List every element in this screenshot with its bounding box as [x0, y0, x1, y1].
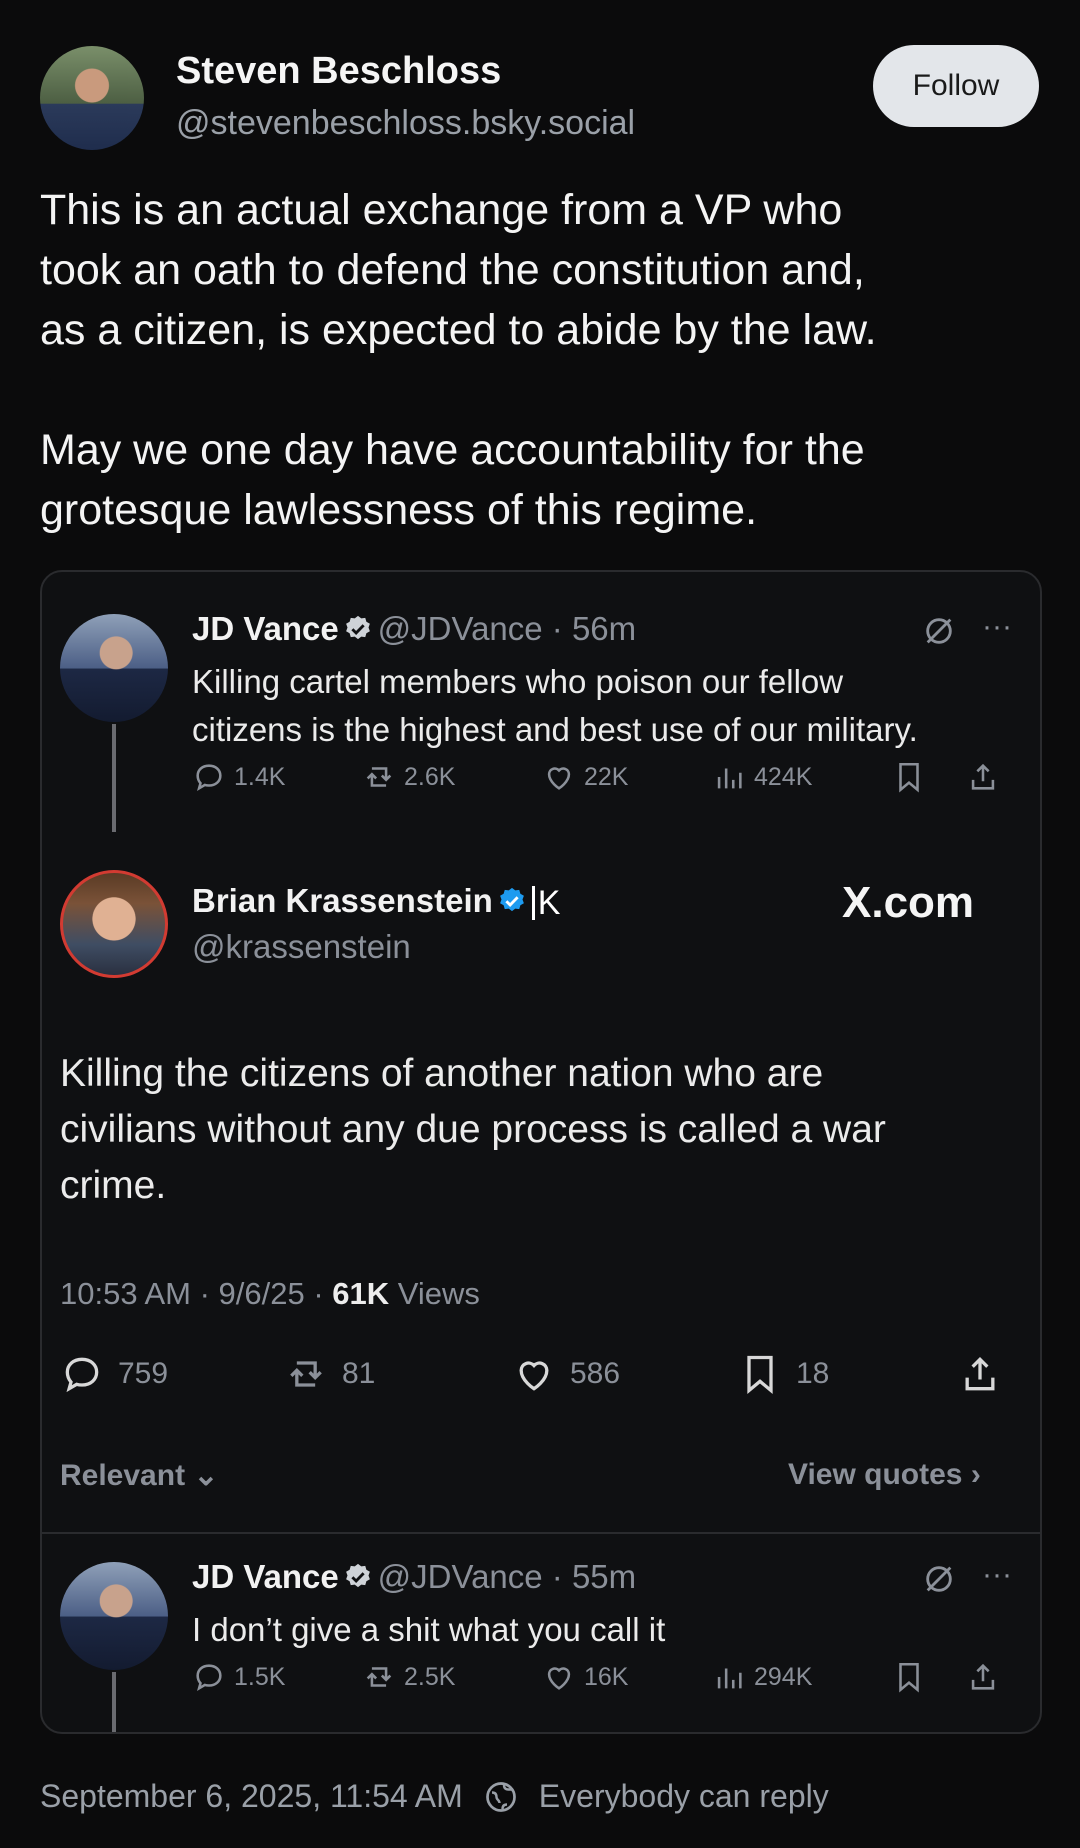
- author-avatar[interactable]: [40, 46, 144, 150]
- repost-icon: [366, 767, 392, 787]
- tweet2-name: Brian Krassenstein: [192, 882, 493, 919]
- reply-setting[interactable]: Everybody can reply: [539, 1778, 829, 1815]
- like-stat[interactable]: 586: [512, 1352, 738, 1396]
- bookmark-icon[interactable]: [892, 760, 926, 794]
- globe-icon: [485, 1781, 516, 1812]
- tweet2-text: Killing the citizens of another nation w…: [60, 1052, 886, 1207]
- author-name[interactable]: Steven Beschloss: [176, 50, 501, 93]
- grok-icon[interactable]: [922, 614, 956, 648]
- x-com-label: X.com: [842, 878, 975, 927]
- more-icon[interactable]: ···: [982, 610, 1012, 644]
- bookmark-icon[interactable]: [892, 1660, 926, 1694]
- repost-icon: [290, 1361, 322, 1387]
- heart-icon: [547, 767, 571, 790]
- tweet3-metrics: 1.5K 2.5K 16K 294K: [192, 1660, 1022, 1694]
- tweet2-meta: 10:53 AM · 9/6/25 · 61K Views: [60, 1276, 480, 1311]
- views-icon: [717, 768, 742, 789]
- reply-metric[interactable]: 1.5K: [192, 1660, 362, 1694]
- verified-icon: [500, 887, 525, 912]
- share-icon[interactable]: [958, 1352, 1002, 1396]
- tweet1-name: JD Vance: [192, 610, 339, 647]
- krassenstein-avatar: [60, 870, 168, 978]
- post-footer: September 6, 2025, 11:54 AM Everybody ca…: [40, 1778, 829, 1815]
- bookmark-icon: [747, 1355, 773, 1395]
- tweet3-name: JD Vance: [192, 1558, 339, 1595]
- tweet3-header: JD Vance @JDVance · 55m: [192, 1558, 636, 1596]
- tweet3-text: I don’t give a shit what you call it: [192, 1611, 666, 1648]
- tweet3-handle: @JDVance · 55m: [377, 1558, 637, 1595]
- follow-button[interactable]: Follow: [873, 45, 1039, 127]
- views-metric[interactable]: 424K: [712, 760, 882, 794]
- share-icon[interactable]: [966, 1660, 1000, 1694]
- tweet2-stats: 759 81 586 18: [60, 1352, 1026, 1396]
- views-metric[interactable]: 294K: [712, 1660, 882, 1694]
- share-icon[interactable]: [966, 760, 1000, 794]
- reply-icon: [65, 1357, 99, 1393]
- more-icon[interactable]: ···: [982, 1558, 1012, 1592]
- post-text: This is an actual exchange from a VP who…: [40, 186, 877, 534]
- tweet1-handle: @JDVance · 56m: [377, 610, 637, 647]
- verified-icon: [346, 615, 371, 640]
- thread-line: [112, 1672, 116, 1732]
- tweet1-text: Killing cartel members who poison our fe…: [192, 663, 918, 748]
- repost-metric[interactable]: 2.6K: [362, 760, 542, 794]
- k-badge-icon: K: [531, 886, 560, 920]
- tweet1-header: JD Vance @JDVance · 56m: [192, 610, 636, 648]
- grok-icon[interactable]: [922, 1562, 956, 1596]
- repost-stat[interactable]: 81: [284, 1352, 512, 1396]
- tweet1-metrics: 1.4K 2.6K 22K 424K: [192, 760, 1022, 794]
- like-metric[interactable]: 16K: [542, 1660, 712, 1694]
- chevron-down-icon: ⌄: [193, 1459, 219, 1492]
- reply-icon: [196, 764, 222, 792]
- verified-icon: [346, 1563, 371, 1588]
- repost-metric[interactable]: 2.5K: [362, 1660, 542, 1694]
- divider: [42, 1532, 1040, 1534]
- jdvance-avatar: [60, 614, 168, 722]
- like-metric[interactable]: 22K: [542, 760, 712, 794]
- tweet2-handle: @krassenstein: [192, 928, 411, 965]
- thread-line: [112, 724, 116, 832]
- heart-icon: [519, 1361, 549, 1391]
- tweet2-header: Brian Krassenstein K: [192, 882, 560, 920]
- repost-icon: [366, 1667, 392, 1687]
- heart-icon: [547, 1667, 571, 1690]
- embedded-image[interactable]: JD Vance @JDVance · 56m ··· Killing cart…: [40, 570, 1042, 1734]
- view-quotes-link[interactable]: View quotes ›: [788, 1458, 981, 1492]
- reply-stat[interactable]: 759: [60, 1352, 284, 1396]
- reply-metric[interactable]: 1.4K: [192, 760, 362, 794]
- post-timestamp: September 6, 2025, 11:54 AM: [40, 1778, 463, 1814]
- chevron-right-icon: ›: [970, 1458, 981, 1491]
- reply-icon: [196, 1664, 222, 1692]
- bookmark-stat[interactable]: 18: [738, 1352, 958, 1396]
- views-icon: [717, 1668, 742, 1689]
- author-handle[interactable]: @stevenbeschloss.bsky.social: [176, 104, 635, 143]
- sort-dropdown[interactable]: Relevant ⌄: [60, 1458, 219, 1493]
- jdvance-avatar: [60, 1562, 168, 1670]
